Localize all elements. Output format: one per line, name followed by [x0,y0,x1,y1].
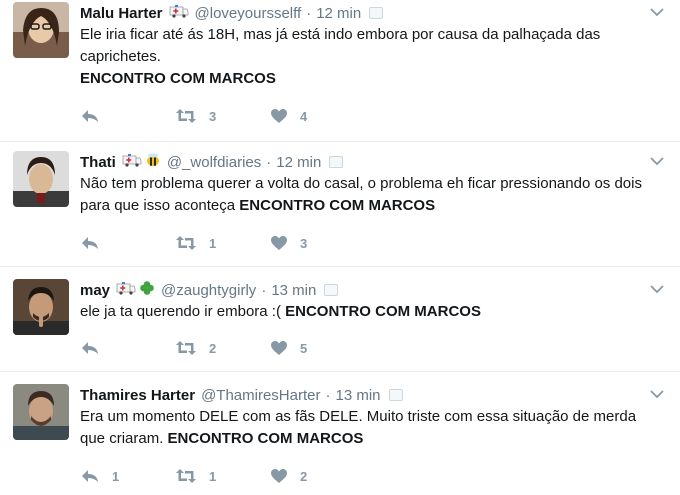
tweet-header: Thati @_wolfdiaries · 12 min [80,151,640,173]
tweet-actions: 1 3 [80,233,365,253]
chevron-down-icon[interactable] [650,281,664,294]
separator-dot: · [261,281,267,299]
tweet-actions: 1 1 2 [80,466,365,486]
heart-icon [271,469,287,483]
reply-button[interactable]: 1 [80,468,175,484]
photo-icon [388,389,403,401]
like-count: 4 [300,108,308,124]
reply-icon [82,237,98,249]
name-emojis [122,153,161,171]
display-name[interactable]: Thati [80,154,116,171]
ambulance-icon [122,153,142,171]
tweet-header: may @zaughtygirly · 13 min [80,279,640,301]
tweet-body: ele ja ta querendo ir embora :( [80,303,281,320]
photo-icon [329,156,344,168]
tweet-header: Malu Harter @loveyoursselff · 12 min [80,2,640,24]
timestamp[interactable]: 12 min [316,5,361,22]
retweet-count: 2 [209,340,217,356]
user-handle[interactable]: @loveyoursselff [195,5,302,22]
timestamp[interactable]: 12 min [276,154,321,171]
tweet-hashtag-text: ENCONTRO COM MARCOS [80,70,276,87]
tweet-text: ele ja ta querendo ir embora :( ENCONTRO… [80,301,660,323]
tweet-feed: Malu Harter @loveyoursselff · 12 min Ele… [0,0,680,495]
tweet[interactable]: Thamires Harter @ThamiresHarter · 13 min… [0,382,680,495]
timestamp[interactable]: 13 min [271,282,316,299]
like-button[interactable]: 5 [270,340,365,356]
avatar[interactable] [13,2,69,58]
retweet-button[interactable]: 1 [175,468,270,484]
retweet-icon [176,236,196,250]
like-button[interactable]: 3 [270,235,365,251]
tweet-body: Ele iria ficar até ás 18H, mas já está i… [80,26,601,65]
ambulance-icon [116,281,136,299]
user-handle[interactable]: @ThamiresHarter [201,387,320,404]
retweet-button[interactable]: 1 [175,235,270,251]
tweet-text: Era um momento DELE com as fãs DELE. Mui… [80,406,660,450]
reply-button[interactable] [80,340,175,356]
heart-icon [271,341,287,355]
like-count: 5 [300,340,308,356]
retweet-button[interactable]: 3 [175,108,270,124]
reply-count: 1 [112,468,120,484]
tweet-header: Thamires Harter @ThamiresHarter · 13 min [80,384,640,406]
timestamp[interactable]: 13 min [335,387,380,404]
name-emojis [116,280,155,300]
tweet-text: Não tem problema querer a volta do casal… [80,173,660,217]
retweet-icon [176,341,196,355]
photo-icon [369,7,384,19]
avatar[interactable] [13,279,69,335]
retweet-icon [176,469,196,483]
ambulance-icon [169,4,189,22]
separator-dot: · [306,4,312,22]
tweet-hashtag-text: ENCONTRO COM MARCOS [239,197,436,214]
name-emojis [169,4,189,22]
reply-button[interactable] [80,108,175,124]
retweet-button[interactable]: 2 [175,340,270,356]
separator-dot: · [266,153,272,171]
avatar[interactable] [13,384,69,440]
tweet-hashtag-text: ENCONTRO COM MARCOS [167,430,364,447]
user-handle[interactable]: @_wolfdiaries [167,154,261,171]
heart-icon [271,236,287,250]
retweet-count: 1 [209,235,217,251]
chevron-down-icon[interactable] [650,153,664,166]
display-name[interactable]: Malu Harter [80,5,163,22]
tweet[interactable]: may @zaughtygirly · 13 min ele ja ta que… [0,277,680,372]
display-name[interactable]: Thamires Harter [80,387,195,404]
reply-icon [82,110,98,122]
tweet-text: Ele iria ficar até ás 18H, mas já está i… [80,24,660,90]
tweet-hashtag-text: ENCONTRO COM MARCOS [285,303,481,320]
chevron-down-icon[interactable] [650,386,664,399]
avatar[interactable] [13,151,69,207]
bee-icon [145,153,161,171]
display-name[interactable]: may [80,282,110,299]
like-count: 3 [300,235,308,251]
like-button[interactable]: 4 [270,108,365,124]
retweet-count: 1 [209,468,217,484]
tweet-actions: 2 5 [80,338,365,358]
heart-icon [271,109,287,123]
retweet-count: 3 [209,108,217,124]
tweet[interactable]: Thati @_wolfdiaries · 12 min Não tem pro… [0,149,680,267]
tweet-actions: 3 4 [80,106,365,126]
tweet[interactable]: Malu Harter @loveyoursselff · 12 min Ele… [0,0,680,142]
clover-icon [139,280,155,300]
like-count: 2 [300,468,308,484]
chevron-down-icon[interactable] [650,4,664,17]
reply-icon [82,470,98,482]
reply-icon [82,342,98,354]
photo-icon [324,284,339,296]
user-handle[interactable]: @zaughtygirly [161,282,256,299]
like-button[interactable]: 2 [270,468,365,484]
reply-button[interactable] [80,235,175,251]
separator-dot: · [325,386,331,404]
retweet-icon [176,109,196,123]
